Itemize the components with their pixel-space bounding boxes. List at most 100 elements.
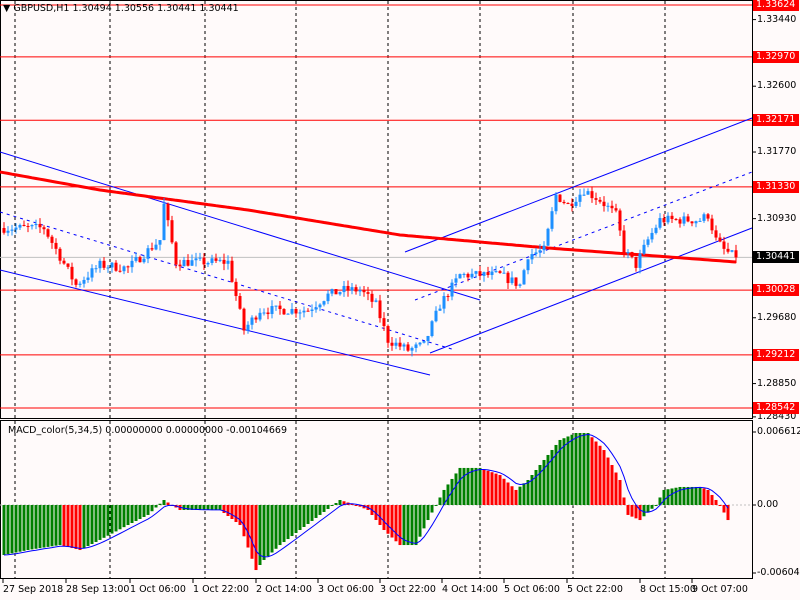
level-label: 1.32970	[753, 50, 799, 63]
level-label: 1.33624	[753, 0, 799, 11]
candle-body	[458, 274, 462, 279]
candle-body	[98, 260, 102, 269]
candle-body	[70, 266, 74, 280]
candle-body	[678, 219, 682, 224]
macd-bar	[234, 505, 238, 523]
candle-body	[26, 226, 30, 228]
candle-body	[650, 232, 654, 240]
candle-body	[122, 266, 126, 272]
candle-body	[90, 268, 94, 278]
macd-bar	[662, 489, 666, 505]
macd-bar	[706, 489, 710, 505]
chart-window[interactable]: ▼ GBPUSD,H1 1.30494 1.30556 1.30441 1.30…	[0, 0, 800, 600]
macd-bar	[398, 505, 402, 546]
macd-bar	[426, 505, 430, 521]
macd-bar	[94, 505, 98, 542]
macd-bar	[622, 497, 626, 505]
macd-bar	[142, 505, 146, 517]
candle-body	[2, 227, 6, 233]
macd-bar	[614, 472, 618, 505]
candle-body	[466, 273, 470, 278]
candle-body	[142, 258, 146, 263]
macd-bar	[146, 505, 150, 515]
candle-body	[130, 260, 134, 268]
time-label: 8 Oct 15:00	[640, 584, 696, 595]
macd-bar	[418, 505, 422, 537]
candle-body	[14, 227, 18, 230]
time-label: 28 Sep 13:00	[66, 584, 130, 595]
time-label: 27 Sep 2018	[3, 584, 64, 595]
candle-body	[326, 293, 330, 302]
macd-bar	[698, 486, 702, 505]
candle-body	[290, 308, 294, 314]
macd-bar	[6, 505, 10, 555]
candle-body	[342, 285, 346, 293]
candle-body	[522, 270, 526, 285]
candle-body	[42, 227, 46, 230]
candle-body	[222, 259, 226, 264]
candle-body	[574, 201, 578, 206]
candle-body	[538, 250, 542, 253]
macd-bar	[598, 445, 602, 505]
macd-bar	[22, 505, 26, 551]
macd-bar	[18, 505, 22, 552]
candle-body	[686, 216, 690, 222]
candle-body	[214, 258, 218, 261]
macd-bar	[406, 505, 410, 546]
macd-bar	[410, 505, 414, 546]
candle-body	[462, 273, 466, 275]
macd-bar	[510, 486, 514, 505]
candle-body	[314, 307, 318, 310]
candle-body	[414, 344, 418, 348]
candle-body	[626, 252, 630, 254]
price-tick-label: 1.32600	[757, 80, 797, 92]
macd-bar	[50, 505, 54, 547]
macd-bar	[586, 432, 590, 505]
macd-bar	[286, 505, 290, 540]
candle-body	[422, 341, 426, 343]
macd-bar	[126, 505, 130, 526]
candle-body	[186, 259, 190, 266]
macd-bar	[82, 505, 86, 549]
candle-body	[542, 245, 546, 251]
time-label: 3 Oct 22:00	[380, 584, 436, 595]
macd-bar	[422, 505, 426, 529]
candle-body	[250, 317, 254, 325]
macd-bar	[702, 488, 706, 505]
price-chart[interactable]	[0, 0, 800, 600]
candle-body	[734, 250, 738, 258]
candle-body	[402, 344, 406, 347]
candle-body	[218, 259, 222, 261]
macd-bar	[518, 486, 522, 505]
candle-body	[638, 253, 642, 268]
macd-bar	[250, 505, 254, 559]
macd-bar	[86, 505, 90, 546]
macd-bar	[378, 505, 382, 525]
macd-bar	[122, 505, 126, 528]
macd-bar	[690, 486, 694, 505]
candle-body	[682, 216, 686, 224]
macd-bar	[594, 441, 598, 505]
candle-body	[210, 258, 214, 263]
candle-body	[658, 218, 662, 228]
macd-bar	[446, 484, 450, 505]
macd-bar	[282, 505, 286, 543]
macd-bar	[602, 450, 606, 505]
macd-bar	[462, 467, 466, 505]
candle-body	[190, 260, 194, 266]
macd-bar	[290, 505, 294, 537]
macd-bar	[434, 505, 438, 506]
macd-bar	[334, 503, 338, 505]
candle-body	[614, 208, 618, 211]
candle-body	[174, 242, 178, 265]
candle-body	[450, 282, 454, 297]
candle-body	[226, 260, 230, 264]
triangle-down-icon[interactable]: ▼	[3, 3, 10, 14]
candle-body	[102, 260, 106, 268]
candle-body	[470, 273, 474, 278]
candle-body	[346, 285, 350, 291]
current-price-label: 1.30441	[753, 251, 799, 264]
macd-bar	[710, 494, 714, 505]
level-label: 1.31330	[753, 180, 799, 193]
macd-bar	[574, 432, 578, 505]
